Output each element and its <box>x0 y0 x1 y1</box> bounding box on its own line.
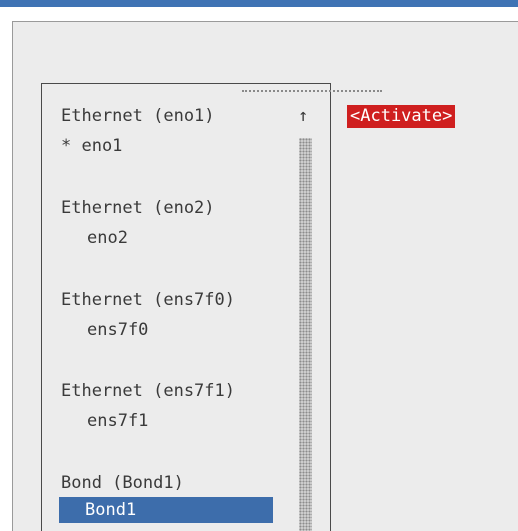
connection-device-ens7f1[interactable]: ens7f1 <box>87 408 148 434</box>
scrollbar-track[interactable] <box>299 138 312 531</box>
connection-type-ens7f1[interactable]: Ethernet (ens7f1) <box>61 378 235 404</box>
connection-device-eno2[interactable]: eno2 <box>87 225 128 251</box>
connection-type-eno2[interactable]: Ethernet (eno2) <box>61 195 215 221</box>
window-top-border <box>0 0 518 7</box>
activate-button[interactable]: <Activate> <box>347 105 456 128</box>
connection-type-eno1[interactable]: Ethernet (eno1) <box>61 103 215 129</box>
connection-device-bond1-selected[interactable]: Bond1 <box>59 497 273 523</box>
connection-type-ens7f0[interactable]: Ethernet (ens7f0) <box>61 287 235 313</box>
scroll-up-arrow-icon[interactable]: ↑ <box>298 103 308 129</box>
connection-type-bond1[interactable]: Bond (Bond1) <box>61 470 184 496</box>
list-frame-dotted-border <box>242 90 382 92</box>
connection-device-eno1[interactable]: * eno1 <box>61 133 122 159</box>
connection-device-ens7f0[interactable]: ens7f0 <box>87 317 148 343</box>
